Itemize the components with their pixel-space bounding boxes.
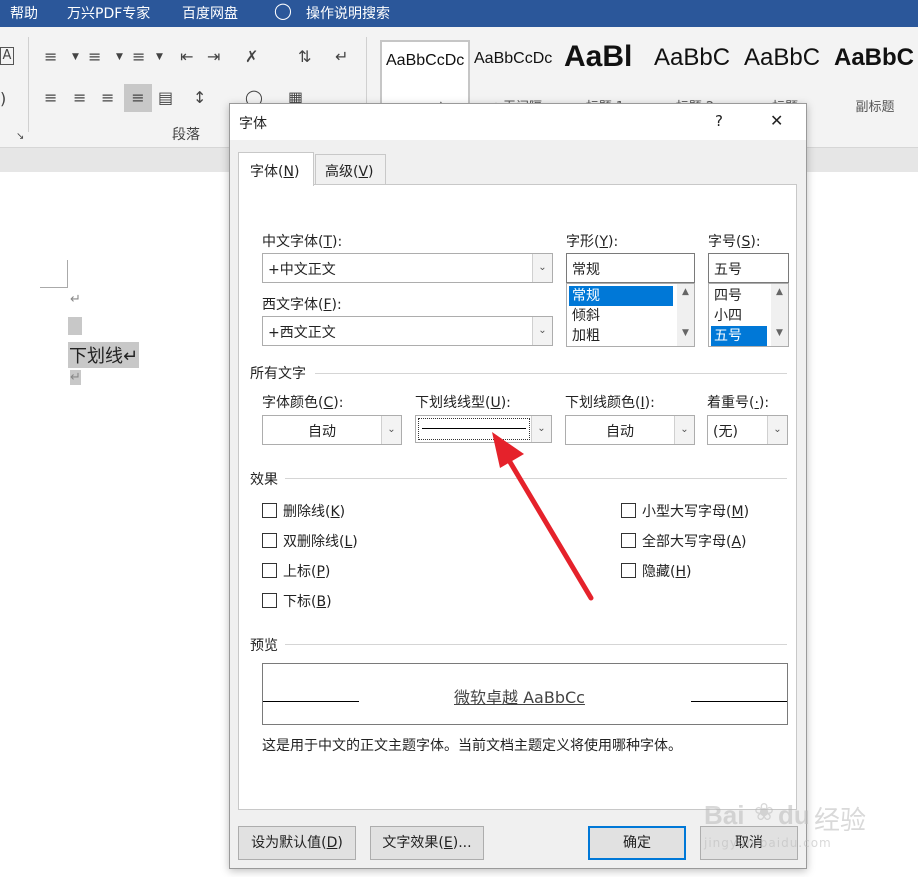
paw-icon: ❀ (754, 798, 775, 826)
arrow-head-icon (492, 432, 524, 468)
tab-font[interactable]: 字体(N) (238, 152, 314, 186)
watermark-text: 经验 (814, 806, 867, 836)
baidu-watermark: Bai ❀ du 经验 jingyan.baidu.com (702, 796, 902, 858)
watermark-brand-suffix: du (778, 800, 810, 830)
arrow-shaft (507, 459, 594, 601)
annotation-arrow (492, 432, 594, 601)
watermark-brand: Bai (704, 800, 745, 830)
tab-font-label: 字体(N) (250, 164, 300, 180)
watermark-url: jingyan.baidu.com (704, 836, 832, 850)
